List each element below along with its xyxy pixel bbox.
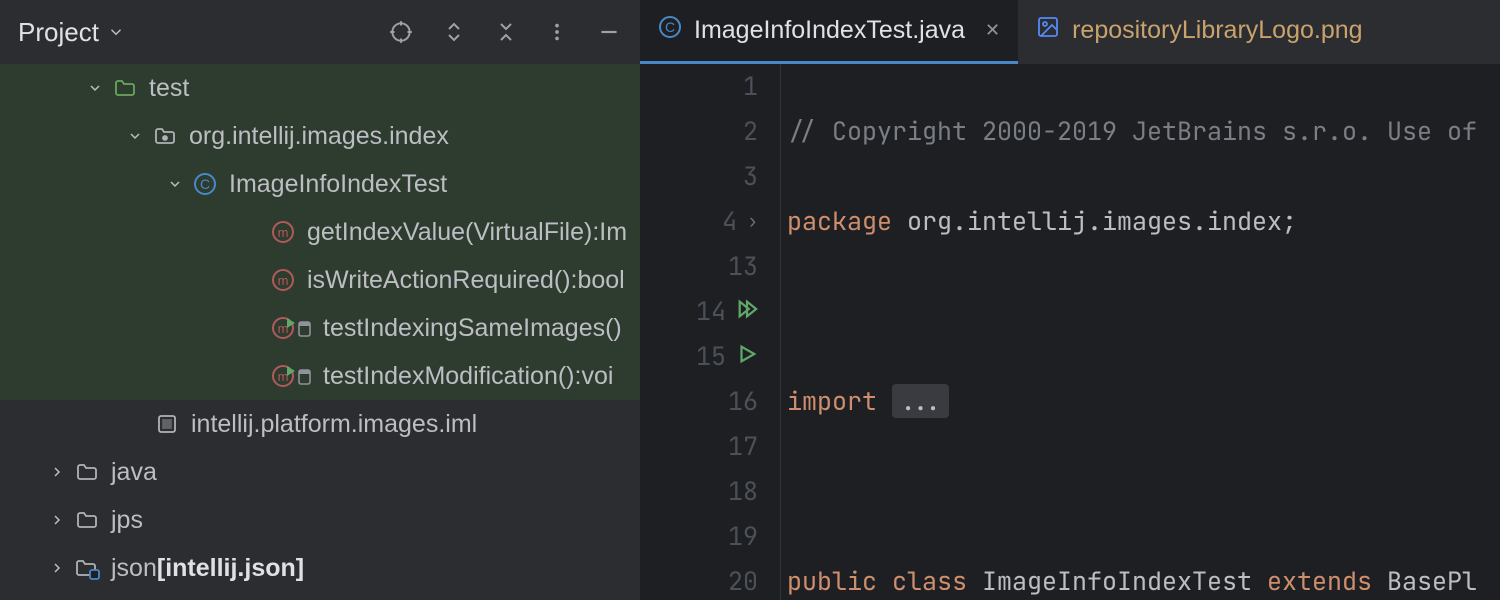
project-sidebar: Project testorg.intellij.images.index C Im…	[0, 0, 640, 600]
tree-item-label: getIndexValue(VirtualFile):Im	[307, 218, 627, 247]
fold-icon[interactable]: ›	[747, 199, 758, 244]
tree-item[interactable]: intellij.platform.images.iml	[0, 400, 640, 448]
minimize-icon[interactable]	[596, 19, 622, 45]
package-icon	[151, 124, 179, 148]
tree-item[interactable]: m isWriteActionRequired():bool	[0, 256, 640, 304]
folder-test-icon	[111, 76, 139, 100]
code-comment: // Copyright 2000-2019 JetBrains s.r.o. …	[787, 114, 1477, 148]
sidebar-actions	[388, 19, 622, 45]
tab-label: ImageInfoIndexTest.java	[694, 16, 965, 45]
line-number: 2	[743, 109, 758, 154]
tree-item[interactable]: m getIndexValue(VirtualFile):Im	[0, 208, 640, 256]
gutter-row[interactable]: 14	[640, 289, 768, 334]
line-number: 18	[728, 469, 758, 514]
gutter-row[interactable]: 18	[640, 469, 768, 514]
close-icon[interactable]: ✕	[985, 20, 1000, 41]
chevron-right-icon[interactable]	[47, 560, 67, 576]
gutter-row[interactable]: 16	[640, 379, 768, 424]
line-number: 3	[743, 154, 758, 199]
line-number: 20	[728, 559, 758, 600]
iml-icon	[153, 412, 181, 436]
tree-item-label: isWriteActionRequired():bool	[307, 266, 625, 295]
editor-gutter[interactable]: 1234›1314151617181920	[640, 64, 780, 600]
tree-item[interactable]: jps	[0, 496, 640, 544]
line-number: 17	[728, 424, 758, 469]
svg-text:C: C	[200, 176, 210, 192]
expand-icon[interactable]	[442, 20, 466, 44]
tree-item-module-label: [intellij.json]	[157, 554, 304, 583]
tree-item-label: org.intellij.images.index	[189, 122, 449, 151]
tree-item[interactable]: json [intellij.json]	[0, 544, 640, 592]
collapse-icon[interactable]	[494, 20, 518, 44]
more-icon[interactable]	[546, 21, 568, 43]
tree-item-label: testIndexingSameImages()	[323, 314, 622, 343]
chevron-down-icon[interactable]	[85, 80, 105, 96]
tree-item[interactable]: test	[0, 64, 640, 112]
line-number: 1	[743, 64, 758, 109]
chevron-right-icon[interactable]	[47, 512, 67, 528]
svg-text:C: C	[665, 19, 675, 35]
tree-item-label: java	[111, 458, 157, 487]
gutter-row[interactable]: 1	[640, 64, 768, 109]
editor-tab[interactable]: C ImageInfoIndexTest.java ✕	[640, 0, 1018, 64]
line-number: 19	[728, 514, 758, 559]
tree-item-label: intellij.platform.images.iml	[191, 410, 477, 439]
svg-text:m: m	[278, 225, 289, 240]
gutter-row[interactable]: 19	[640, 514, 768, 559]
run-gutter-icon[interactable]	[736, 334, 758, 379]
project-tree[interactable]: testorg.intellij.images.index C ImageInfoI…	[0, 64, 640, 600]
folder-icon	[73, 460, 101, 484]
chevron-right-icon[interactable]	[47, 464, 67, 480]
line-number: 4	[722, 199, 737, 244]
chevron-down-icon	[107, 23, 125, 41]
tree-item[interactable]: java	[0, 448, 640, 496]
line-number: 15	[696, 334, 726, 379]
chevron-down-icon[interactable]	[125, 128, 145, 144]
tree-item[interactable]: C ImageInfoIndexTest	[0, 160, 640, 208]
target-icon[interactable]	[388, 19, 414, 45]
gutter-row[interactable]: 20	[640, 559, 768, 600]
method-run-icon: m	[269, 316, 313, 340]
line-number: 14	[696, 289, 726, 334]
tree-item-label: testIndexModification():voi	[323, 362, 613, 391]
fold-placeholder[interactable]: ...	[892, 384, 949, 418]
gutter-row[interactable]: 15	[640, 334, 768, 379]
chevron-down-icon[interactable]	[165, 176, 185, 192]
gutter-row[interactable]: 17	[640, 424, 768, 469]
sidebar-title-label: Project	[18, 17, 99, 48]
line-number: 16	[728, 379, 758, 424]
gutter-row[interactable]: 2	[640, 109, 768, 154]
gutter-row[interactable]: 13	[640, 244, 768, 289]
class-icon: C	[191, 172, 219, 196]
editor-tab[interactable]: repositoryLibraryLogo.png	[1018, 0, 1380, 64]
folder-icon	[73, 508, 101, 532]
sidebar-header: Project	[0, 0, 640, 64]
run-gutter-icon[interactable]	[736, 289, 758, 334]
tree-item-label: test	[149, 74, 189, 103]
editor-code[interactable]: // Copyright 2000-2019 JetBrains s.r.o. …	[780, 64, 1500, 600]
svg-text:m: m	[278, 321, 289, 336]
gutter-row[interactable]: 4›	[640, 199, 768, 244]
tree-item-label: jps	[111, 506, 143, 535]
tree-item-label: json	[111, 554, 157, 583]
svg-text:m: m	[278, 369, 289, 384]
gutter-row[interactable]: 3	[640, 154, 768, 199]
tree-item-label: ImageInfoIndexTest	[229, 170, 447, 199]
image-icon	[1036, 15, 1060, 46]
tab-label: repositoryLibraryLogo.png	[1072, 16, 1362, 45]
editor-tabs: C ImageInfoIndexTest.java ✕ repositoryLibra…	[640, 0, 1500, 64]
method-run-icon: m	[269, 364, 313, 388]
tree-item[interactable]: m testIndexModification():voi	[0, 352, 640, 400]
folder-module-icon	[73, 556, 101, 580]
line-number: 13	[728, 244, 758, 289]
class-icon: C	[658, 15, 682, 46]
svg-text:m: m	[278, 273, 289, 288]
editor-pane: C ImageInfoIndexTest.java ✕ repositoryLibra…	[640, 0, 1500, 600]
tree-item[interactable]: org.intellij.images.index	[0, 112, 640, 160]
method-icon: m	[269, 268, 297, 292]
editor[interactable]: 1234›1314151617181920 // Copyright 2000-…	[640, 64, 1500, 600]
project-view-selector[interactable]: Project	[18, 17, 125, 48]
tree-item[interactable]: m testIndexingSameImages()	[0, 304, 640, 352]
method-icon: m	[269, 220, 297, 244]
